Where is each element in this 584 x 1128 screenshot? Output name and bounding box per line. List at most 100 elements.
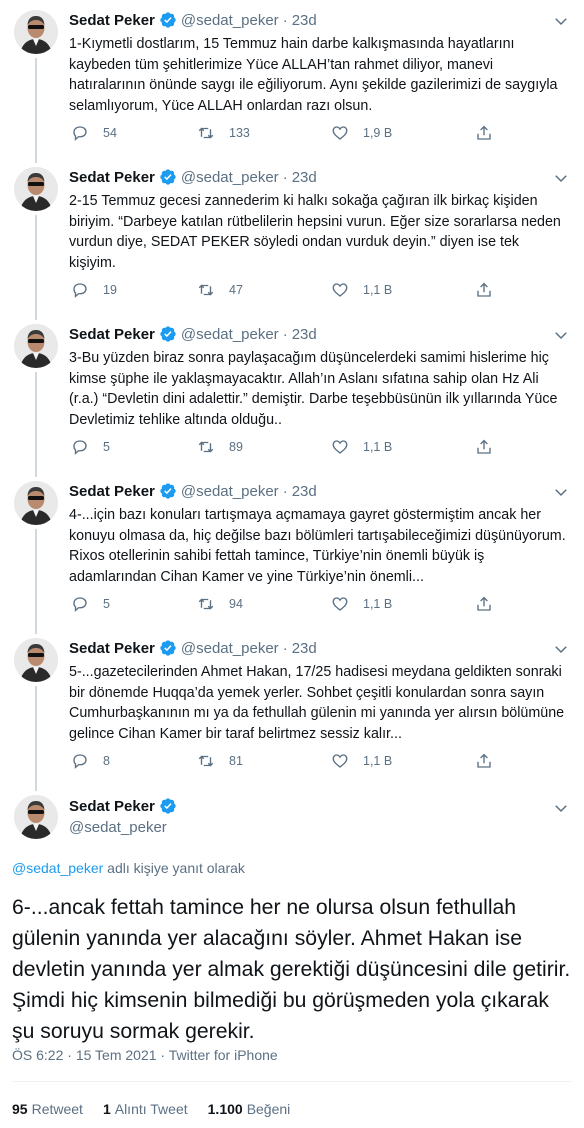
chevron-down-icon[interactable] <box>552 169 570 187</box>
separator: · <box>282 639 288 657</box>
reply-count: 54 <box>103 126 117 140</box>
separator: · <box>282 482 288 500</box>
tweet-date[interactable]: 15 Tem 2021 <box>76 1047 157 1063</box>
retweets-count: 95 <box>12 1101 28 1117</box>
avatar[interactable] <box>14 10 58 54</box>
likes-stat[interactable]: 1.100 Beğeni <box>208 1101 291 1117</box>
retweet-button[interactable]: 94 <box>197 593 243 615</box>
quotes-stat[interactable]: 1 Alıntı Tweet <box>103 1101 188 1117</box>
like-button[interactable]: 1,1 B <box>331 436 392 458</box>
chevron-down-icon[interactable] <box>552 483 570 501</box>
author-handle[interactable]: @sedat_peker <box>181 640 279 657</box>
share-button[interactable] <box>475 750 493 772</box>
author-name[interactable]: Sedat Peker <box>69 483 155 500</box>
separator: · <box>282 168 288 186</box>
reply-icon <box>73 126 87 141</box>
retweet-button[interactable]: 47 <box>197 279 243 301</box>
tweet-age[interactable]: 23d <box>292 12 317 29</box>
thread-tweet[interactable]: Sedat Peker @sedat_peker · 23d 1-Kıymetli do… <box>0 0 584 163</box>
author-name[interactable]: Sedat Peker <box>69 12 155 29</box>
thread-tweet[interactable]: Sedat Peker @sedat_peker · 23d 2-15 Temmuz g… <box>0 157 584 320</box>
like-count: 1,1 B <box>363 754 393 768</box>
tweet-age[interactable]: 23d <box>292 483 317 500</box>
reply-icon <box>73 597 87 612</box>
author-handle[interactable]: @sedat_peker <box>181 483 279 500</box>
reply-button[interactable]: 54 <box>71 122 117 144</box>
like-count: 1,1 B <box>363 440 393 454</box>
like-button[interactable]: 1,1 B <box>331 750 392 772</box>
retweet-icon <box>198 284 214 296</box>
share-button[interactable] <box>475 279 493 301</box>
avatar[interactable] <box>14 481 58 525</box>
reply-button[interactable]: 19 <box>71 279 117 301</box>
retweet-icon <box>198 755 214 767</box>
tweet-age[interactable]: 23d <box>292 326 317 343</box>
share-button[interactable] <box>475 593 493 615</box>
heart-icon <box>332 754 348 768</box>
avatar[interactable] <box>14 638 58 682</box>
reply-button[interactable]: 5 <box>71 593 110 615</box>
separator: · <box>282 11 288 29</box>
author-name[interactable]: Sedat Peker <box>69 640 155 657</box>
chevron-down-icon[interactable] <box>552 640 570 658</box>
tweet-header: Sedat Peker @sedat_peker · 23d <box>69 167 317 187</box>
share-button[interactable] <box>475 436 493 458</box>
retweet-button[interactable]: 81 <box>197 750 243 772</box>
retweet-icon <box>198 441 214 453</box>
share-icon <box>477 596 491 611</box>
tweet-actions: 8 81 1,1 B <box>69 750 499 772</box>
author-handle[interactable]: @sedat_peker <box>181 12 279 29</box>
retweets-label: Retweet <box>31 1101 83 1117</box>
tweet-header: Sedat Peker @sedat_peker · 23d <box>69 638 317 658</box>
tweet-text: 2-15 Temmuz gecesi zannederim ki halkı s… <box>69 193 561 271</box>
author-name[interactable]: Sedat Peker <box>69 798 155 815</box>
tweet-meta: ÖS 6:22 · 15 Tem 2021 · Twitter for iPho… <box>12 1047 278 1063</box>
like-button[interactable]: 1,1 B <box>331 593 392 615</box>
tweet-age[interactable]: 23d <box>292 640 317 657</box>
thread-tweet[interactable]: Sedat Peker @sedat_peker · 23d 4-...için baz… <box>0 471 584 634</box>
author-handle[interactable]: @sedat_peker <box>181 169 279 186</box>
divider <box>12 1081 572 1082</box>
verified-badge-icon <box>160 169 176 185</box>
reply-button[interactable]: 8 <box>71 750 110 772</box>
author-handle[interactable]: @sedat_peker <box>181 326 279 343</box>
heart-icon <box>332 440 348 454</box>
thread-tweet[interactable]: Sedat Peker @sedat_peker · 23d 5-...gazeteci… <box>0 628 584 791</box>
avatar[interactable] <box>14 795 58 839</box>
thread-connector <box>35 529 37 634</box>
author-name[interactable]: Sedat Peker <box>69 169 155 186</box>
tweet-text: 1-Kıymetli dostlarım, 15 Temmuz hain dar… <box>69 36 558 114</box>
share-button[interactable] <box>475 122 493 144</box>
author-name[interactable]: Sedat Peker <box>69 326 155 343</box>
tweet-source[interactable]: Twitter for iPhone <box>169 1047 278 1063</box>
reply-count: 5 <box>103 440 110 454</box>
reply-button[interactable]: 5 <box>71 436 110 458</box>
reply-mention-link[interactable]: @sedat_peker <box>12 860 103 876</box>
tweet-time[interactable]: ÖS 6:22 <box>12 1047 63 1063</box>
chevron-down-icon[interactable] <box>552 12 570 30</box>
thread-tweet[interactable]: Sedat Peker @sedat_peker · 23d 3-Bu yüzden b… <box>0 314 584 477</box>
reply-count: 8 <box>103 754 110 768</box>
like-button[interactable]: 1,1 B <box>331 279 392 301</box>
like-button[interactable]: 1,9 B <box>331 122 392 144</box>
tweet-actions: 5 94 1,1 B <box>69 593 499 615</box>
likes-count: 1.100 <box>207 1101 243 1117</box>
chevron-down-icon[interactable] <box>552 326 570 344</box>
avatar[interactable] <box>14 167 58 211</box>
retweet-count: 47 <box>229 283 243 297</box>
retweets-stat[interactable]: 95 Retweet <box>12 1101 83 1117</box>
tweet-text: 5-...gazetecilerinden Ahmet Hakan, 17/25… <box>69 664 565 742</box>
retweet-count: 94 <box>229 597 243 611</box>
reply-icon <box>73 440 87 455</box>
tweet-stats: 95 Retweet 1 Alıntı Tweet 1.100 Beğeni <box>12 1101 310 1117</box>
like-count: 1,9 B <box>363 126 393 140</box>
tweet-age[interactable]: 23d <box>292 169 317 186</box>
chevron-down-icon[interactable] <box>552 799 570 817</box>
reply-context: @sedat_peker adlı kişiye yanıt olarak <box>12 860 245 876</box>
thread-connector <box>35 372 37 477</box>
retweet-button[interactable]: 133 <box>197 122 250 144</box>
thread-connector <box>35 686 37 791</box>
retweet-button[interactable]: 89 <box>197 436 243 458</box>
avatar[interactable] <box>14 324 58 368</box>
author-handle[interactable]: @sedat_peker <box>69 819 167 836</box>
